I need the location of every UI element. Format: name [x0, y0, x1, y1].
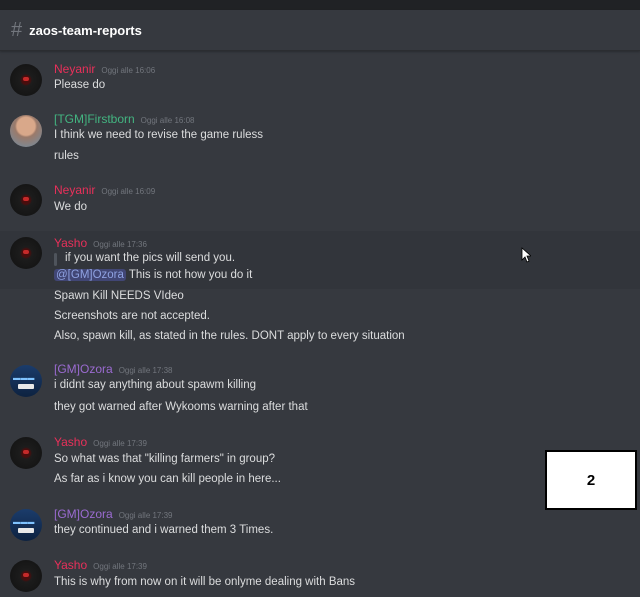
avatar[interactable]	[10, 560, 42, 592]
timestamp: Oggi alle 16:06	[101, 66, 156, 75]
avatar[interactable]: ▬▬▬	[10, 365, 42, 397]
message: Yasho Oggi alle 17:36 if you want the pi…	[0, 231, 640, 349]
message-text: i didnt say anything about spawm killing	[54, 379, 257, 391]
username[interactable]: Yasho	[54, 236, 87, 250]
username[interactable]: Yasho	[54, 558, 87, 572]
message-text: they got warned after Wykooms warning af…	[54, 401, 308, 413]
username[interactable]: [GM]Ozora	[54, 362, 113, 376]
message-text: This is why from now on it will be onlym…	[54, 576, 356, 588]
quote-text: if you want the pics will send you.	[65, 252, 236, 264]
message-text: As far as i know you can kill people in …	[54, 473, 281, 485]
window-top-strip	[0, 0, 640, 10]
avatar-bar	[18, 528, 34, 533]
timestamp: Oggi alle 17:39	[93, 562, 147, 571]
username[interactable]: Neyanir	[54, 62, 95, 76]
username[interactable]: Yasho	[54, 435, 87, 449]
avatar[interactable]	[10, 184, 42, 216]
timestamp: Oggi alle 16:09	[101, 187, 156, 196]
message: Yasho Oggi alle 17:39 This is why from n…	[0, 555, 640, 597]
timestamp: Oggi alle 17:39	[93, 439, 147, 448]
username[interactable]: [TGM]Firstborn	[54, 112, 135, 126]
message: Neyanir Oggi alle 16:09 We do	[0, 178, 640, 226]
username[interactable]: [GM]Ozora	[54, 507, 113, 521]
avatar-badge-icon: ▬▬▬	[13, 375, 35, 382]
timestamp: Oggi alle 16:08	[140, 116, 195, 125]
message-text: Spawn Kill NEEDS VIdeo	[54, 290, 184, 302]
message: ▬▬▬ [GM]Ozora Oggi alle 17:39 they conti…	[0, 503, 640, 545]
overlay-number-box: 2	[545, 450, 637, 510]
message-text: Please do	[54, 79, 106, 91]
username[interactable]: Neyanir	[54, 183, 95, 197]
message-text: Also, spawn kill, as stated in the rules…	[54, 330, 405, 342]
message-text: I think we need to revise the game rules…	[54, 129, 264, 141]
user-mention[interactable]: @[GM]Ozora	[54, 269, 126, 281]
message-text: @[GM]Ozora This is not how you do it	[54, 269, 252, 281]
message-text: So what was that "killing farmers" in gr…	[54, 453, 276, 465]
avatar[interactable]	[10, 115, 42, 147]
message: ▬▬▬ [GM]Ozora Oggi alle 17:38 i didnt sa…	[0, 359, 640, 421]
quote-bar	[54, 253, 57, 266]
message: Neyanir Oggi alle 16:06 Please do	[0, 55, 640, 103]
message: [TGM]Firstborn Oggi alle 16:08 I think w…	[0, 108, 640, 170]
message-text: rules	[54, 150, 79, 162]
channel-header: # zaos-team-reports	[0, 10, 640, 51]
channel-name: zaos-team-reports	[29, 22, 142, 38]
avatar[interactable]: ▬▬▬	[10, 509, 42, 541]
mention-rest: This is not how you do it	[125, 269, 253, 281]
message-text: they continued and i warned them 3 Times…	[54, 524, 274, 536]
avatar[interactable]	[10, 437, 42, 469]
avatar-badge-icon: ▬▬▬	[13, 519, 35, 526]
timestamp: Oggi alle 17:38	[118, 366, 173, 375]
mouse-pointer-icon	[521, 247, 531, 263]
timestamp: Oggi alle 17:36	[93, 240, 147, 249]
avatar-bar	[18, 384, 34, 389]
avatar[interactable]	[10, 237, 42, 269]
message: Yasho Oggi alle 17:39 So what was that "…	[0, 432, 640, 492]
message-text: Screenshots are not accepted.	[54, 310, 210, 322]
timestamp: Oggi alle 17:39	[118, 511, 173, 520]
message-text: We do	[54, 201, 88, 213]
hash-icon: #	[11, 19, 23, 41]
avatar[interactable]	[10, 64, 42, 96]
overlay-number: 2	[586, 471, 596, 489]
